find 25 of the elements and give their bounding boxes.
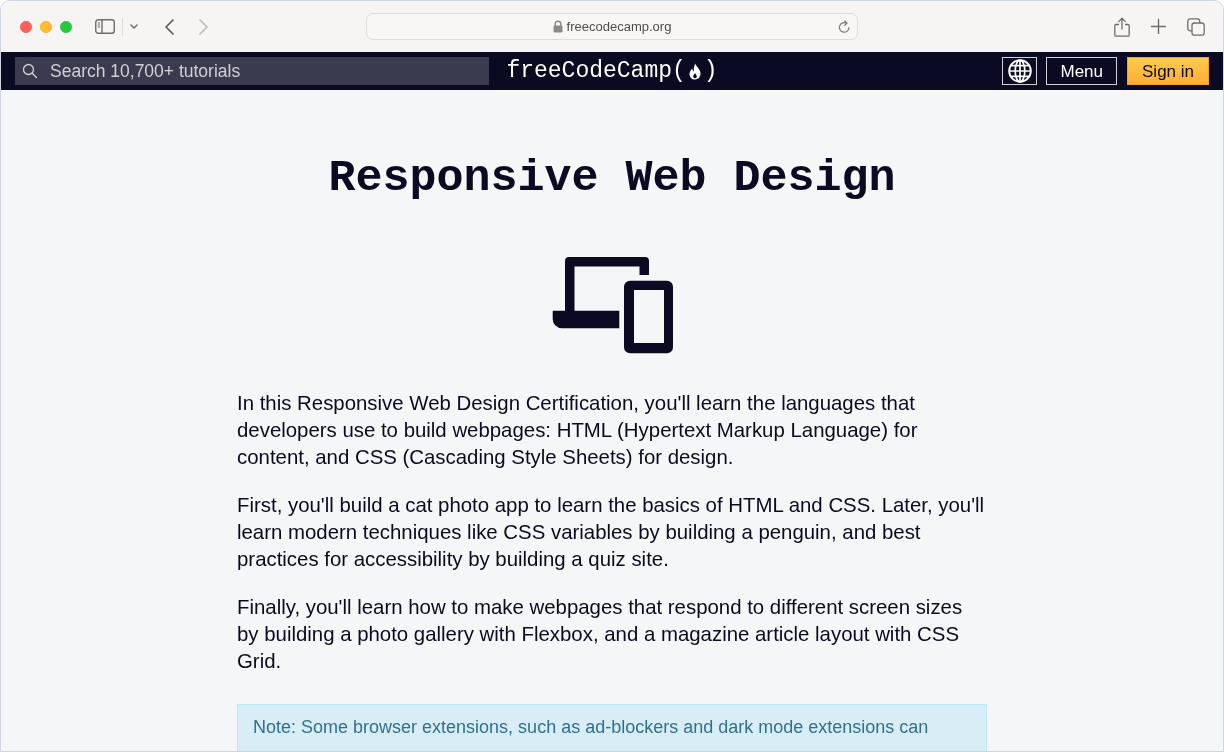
lock-icon	[552, 20, 563, 33]
page-title: Responsive Web Design	[328, 152, 896, 206]
sidebar-toggle-icon[interactable]	[95, 19, 115, 34]
search-field[interactable]: Search 10,700+ tutorials	[15, 57, 489, 85]
search-icon	[22, 63, 38, 79]
tabs-icon[interactable]	[1187, 17, 1205, 36]
window-close-icon[interactable]	[20, 20, 32, 33]
reload-icon[interactable]	[838, 20, 851, 34]
globe-icon	[1008, 59, 1032, 83]
plus-icon[interactable]	[1151, 19, 1166, 34]
body-paragraph: In this Responsive Web Design Certification, you'll learn the languages that developers use to build webpages: HTML (Hypertext Markup Language) for content, and CSS (Cascading Style Sheets) for design.	[237, 391, 919, 470]
body-paragraph: Finally, you'll learn how to make webpages that respond to different screen sizes by building a photo gallery with Flexbox, and a magazine article layout with CSS Grid.	[237, 595, 964, 674]
url-text: freecodecamp.org	[566, 17, 672, 36]
body-paragraph: First, you'll build a cat photo app to learn the basics of HTML and CSS. Later, you'll learn modern techniques like CSS variables by building a penguin, and best practices for accessibility by building a quiz site.	[237, 493, 986, 572]
language-button[interactable]	[1002, 57, 1038, 85]
laptop-phone-icon	[551, 256, 673, 354]
info-note: Note: Some browser extensions, such as ad-blockers and dark mode extensions can	[237, 704, 987, 751]
address-bar[interactable]: freecodecamp.org	[366, 13, 858, 40]
flame-icon	[688, 62, 701, 80]
sign-in-button[interactable]: Sign in	[1127, 57, 1209, 85]
chevron-down-icon[interactable]	[130, 24, 138, 29]
back-icon[interactable]	[164, 18, 174, 35]
menu-button[interactable]: Menu	[1046, 57, 1117, 85]
share-icon[interactable]	[1114, 16, 1130, 37]
logo-link[interactable]: freeCodeCamp( )	[506, 59, 718, 83]
